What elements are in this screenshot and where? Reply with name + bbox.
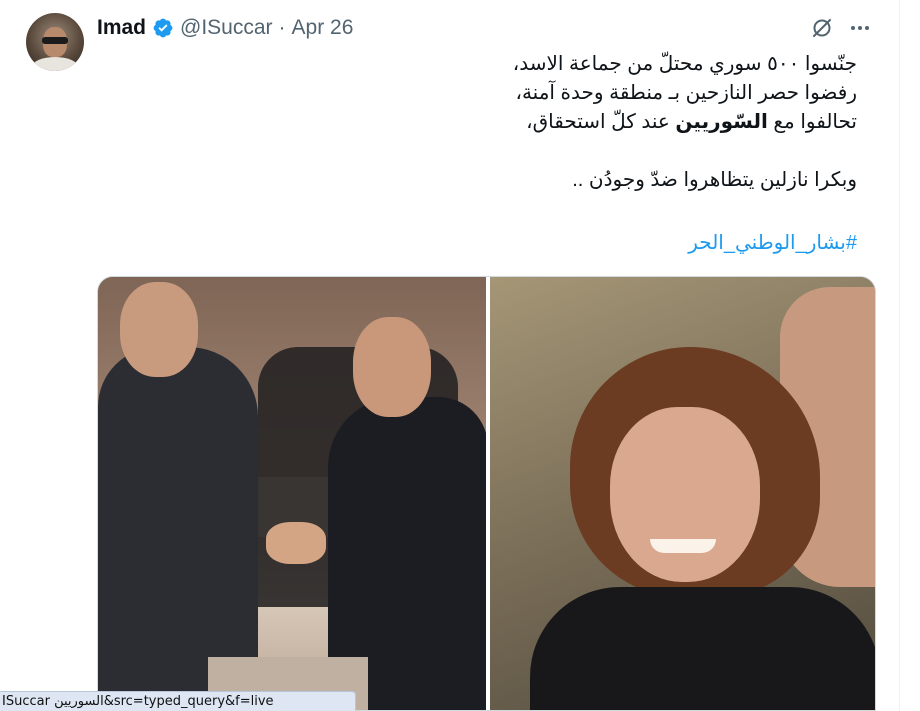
avatar-shirt	[32, 57, 78, 71]
author-handle[interactable]: @ISuccar	[180, 16, 273, 40]
tweet-text: جنّسوا ٥٠٠ سوري محتلّ من جماعة الاسد، رف…	[97, 50, 857, 195]
photo-head-left	[120, 282, 198, 377]
avatar[interactable]	[26, 13, 84, 71]
tweet-text-line-2: رفضوا حصر النازحين بـ منطقة وحدة آمنة،	[515, 82, 858, 104]
tweet-text-line-1: جنّسوا ٥٠٠ سوري محتلّ من جماعة الاسد،	[512, 53, 857, 75]
verified-badge-icon	[152, 17, 174, 39]
grok-icon[interactable]	[808, 14, 836, 42]
hashtag-link[interactable]: #بشار_الوطني_الحر	[688, 229, 857, 258]
tweet-header: Imad @ISuccar · Apr 26	[97, 14, 353, 42]
header-separator: ·	[278, 16, 286, 39]
media-grid	[97, 276, 876, 711]
tweet-date[interactable]: Apr 26	[292, 16, 354, 40]
photo-body	[530, 587, 875, 710]
line3-before: تحالفوا مع	[767, 111, 857, 133]
tweet-text-line-3: تحالفوا مع السّوريين عند كلّ استحقاق،	[97, 108, 857, 137]
avatar-glasses	[42, 37, 68, 44]
author-name[interactable]: Imad	[97, 16, 146, 40]
more-options-icon[interactable]	[846, 14, 874, 42]
photo-hands	[266, 522, 326, 564]
line3-after: عند كلّ استحقاق،	[526, 111, 676, 133]
photo-smile	[650, 539, 716, 553]
tweet[interactable]: Imad @ISuccar · Apr 26 جنّسوا ٥٠٠ سوري م…	[0, 0, 900, 711]
status-bar-url: ISuccar السوريين&src=typed_query&f=live	[0, 691, 356, 711]
photo-face	[610, 407, 760, 582]
photo-handshake[interactable]	[98, 277, 486, 710]
photo-portrait[interactable]	[490, 277, 875, 710]
line3-bold: السّوريين	[675, 111, 768, 133]
photo-head-right	[353, 317, 431, 417]
tweet-text-line-4: وبكرا نازلين يتظاهروا ضدّ وجودُن ..	[572, 169, 857, 191]
photo-person-left	[98, 347, 258, 710]
